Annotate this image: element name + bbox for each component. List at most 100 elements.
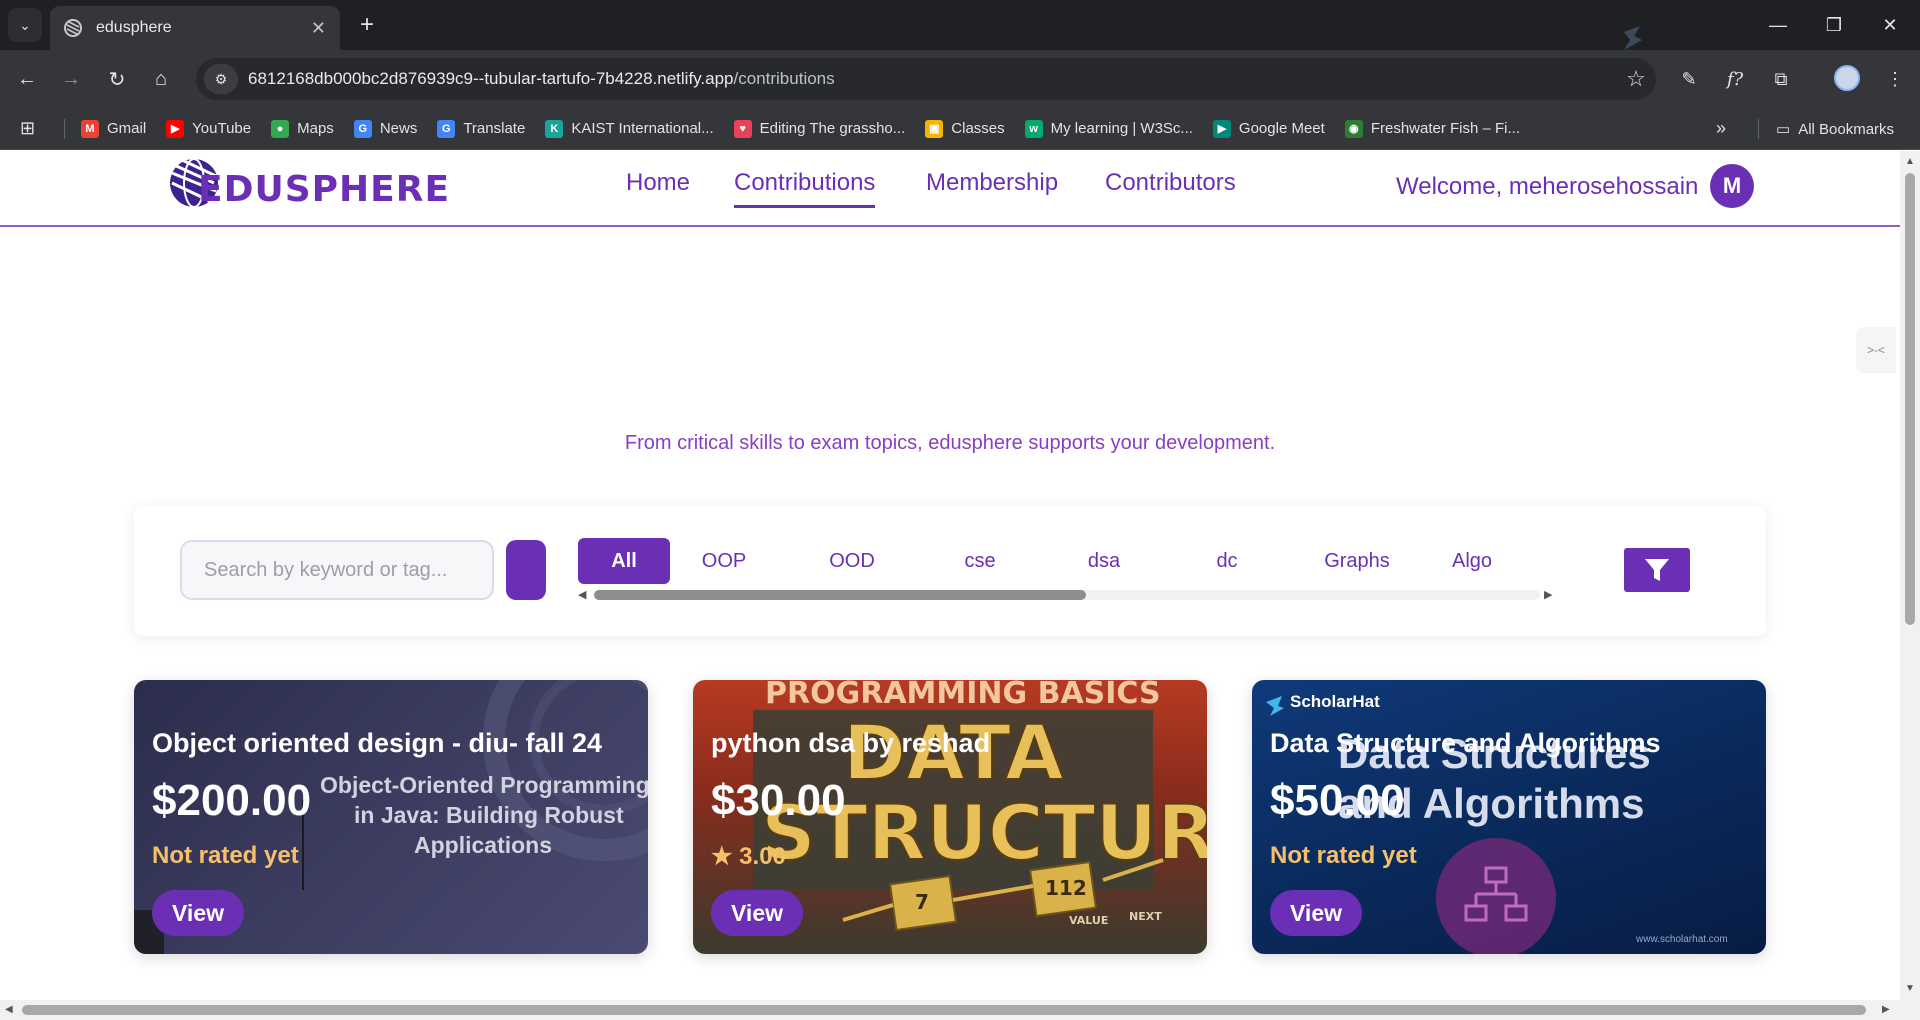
search-input[interactable]: [180, 540, 494, 600]
bookmark-item[interactable]: G Translate: [437, 119, 525, 138]
all-bookmarks-button[interactable]: ▭ All Bookmarks: [1776, 108, 1894, 150]
bookmark-item[interactable]: ▣ Classes: [925, 119, 1005, 138]
chip-scrollbar[interactable]: ◀ ▶: [578, 586, 1556, 604]
page-horizontal-scrollbar[interactable]: ◀ ▶: [0, 1000, 1900, 1020]
search-button[interactable]: [506, 540, 546, 600]
bookmark-item[interactable]: ♥ Editing The grassho...: [733, 119, 906, 138]
more-bookmarks-icon[interactable]: »: [1716, 118, 1726, 139]
page-vertical-scroll-thumb[interactable]: [1905, 173, 1915, 625]
bookmark-label: My learning | W3Sc...: [1050, 120, 1193, 137]
fish-icon: ◉: [1344, 119, 1363, 138]
page-horizontal-scroll-thumb[interactable]: [22, 1005, 1866, 1015]
browser-tab-strip: ⌄ edusphere ✕ + — ❐ ✕: [0, 0, 1920, 50]
bookmark-label: Freshwater Fish – Fi...: [1370, 120, 1521, 137]
browser-profile-avatar[interactable]: [1834, 65, 1860, 91]
filter-panel: All OOP OOD cse dsa dc Graphs Algo ◀ ▶: [134, 506, 1766, 636]
bookmark-item[interactable]: ● Maps: [271, 119, 334, 138]
card-title: python dsa by reshad: [711, 728, 991, 758]
browser-toolbar: ← → ↻ ⌂ ⚙ 6812168db000bc2d876939c9--tubu…: [0, 50, 1920, 108]
pen-extension-icon[interactable]: ✎: [1674, 64, 1704, 94]
chip-graphs[interactable]: Graphs: [1302, 538, 1412, 584]
nav-contributors[interactable]: Contributors: [1105, 169, 1236, 205]
contribution-card[interactable]: Object-Oriented Programming in Java: Bui…: [134, 680, 648, 954]
contribution-card[interactable]: ScholarHat Data Structures and Algorithm…: [1252, 680, 1766, 954]
bookmark-item[interactable]: ▶ YouTube: [166, 119, 252, 138]
bookmark-item[interactable]: G News: [353, 119, 417, 138]
scroll-right-icon[interactable]: ▶: [1544, 589, 1556, 601]
browser-menu-icon[interactable]: ⋮: [1880, 64, 1910, 94]
nav-home[interactable]: Home: [626, 169, 690, 205]
bookmarks-divider: [1758, 119, 1759, 139]
site-info-icon[interactable]: ⚙: [204, 64, 238, 94]
formula-extension-icon[interactable]: f?: [1720, 64, 1750, 94]
bookmark-star-icon[interactable]: ☆: [1616, 66, 1656, 92]
forward-button[interactable]: →: [56, 64, 86, 94]
site-header: EDUSPHERE Home Contributions Membership …: [0, 151, 1900, 227]
thumb-line: 7: [915, 890, 929, 914]
scroll-down-icon[interactable]: ▼: [1905, 983, 1915, 994]
tag-chip-list: All OOP OOD cse dsa dc Graphs Algo: [578, 538, 1558, 586]
classroom-icon: ▣: [925, 119, 944, 138]
user-avatar[interactable]: M: [1710, 164, 1754, 208]
bookmark-label: Gmail: [107, 120, 147, 137]
chip-dsa[interactable]: dsa: [1058, 538, 1150, 584]
url-text[interactable]: 6812168db000bc2d876939c9--tubular-tartuf…: [248, 69, 1616, 89]
bookmark-item[interactable]: K KAIST International...: [545, 119, 714, 138]
restore-button[interactable]: ❐: [1806, 0, 1862, 50]
thumb-line: NEXT: [1129, 910, 1162, 923]
bookmark-item[interactable]: ▶ Google Meet: [1212, 119, 1325, 138]
minimize-button[interactable]: —: [1750, 0, 1806, 50]
card-price: $50.00: [1270, 776, 1405, 825]
close-window-button[interactable]: ✕: [1862, 0, 1918, 50]
chip-algo[interactable]: Algo: [1452, 538, 1544, 584]
chip-dc[interactable]: dc: [1192, 538, 1262, 584]
nav-membership[interactable]: Membership: [926, 169, 1058, 205]
new-tab-button[interactable]: +: [352, 10, 382, 40]
bookmark-item[interactable]: ◉ Freshwater Fish – Fi...: [1344, 119, 1521, 138]
kaist-icon: K: [545, 119, 564, 138]
bookmark-item[interactable]: w My learning | W3Sc...: [1024, 119, 1193, 138]
chip-scroll-thumb[interactable]: [594, 590, 1086, 600]
bookmark-label: Editing The grassho...: [759, 120, 906, 137]
thumb-line: Applications: [414, 832, 553, 858]
tab-close-icon[interactable]: ✕: [311, 18, 326, 39]
thumb-line: VALUE: [1069, 914, 1109, 927]
view-button[interactable]: View: [1270, 890, 1362, 936]
bookmark-label: YouTube: [192, 120, 252, 137]
extensions-puzzle-icon[interactable]: ⧉: [1766, 64, 1796, 94]
card-title: Data Structure and Algorithms: [1270, 728, 1661, 758]
scroll-left-icon[interactable]: ◀: [578, 589, 590, 601]
apps-grid-icon[interactable]: ⊞: [20, 118, 46, 139]
page-vertical-scrollbar[interactable]: ▲ ▼: [1900, 151, 1920, 1020]
address-bar[interactable]: ⚙ 6812168db000bc2d876939c9--tubular-tart…: [196, 58, 1656, 100]
scroll-up-icon[interactable]: ▲: [1905, 156, 1915, 167]
chip-ood[interactable]: OOD: [806, 538, 898, 584]
chip-cse[interactable]: cse: [934, 538, 1026, 584]
chip-all[interactable]: All: [578, 538, 670, 584]
back-button[interactable]: ←: [12, 64, 42, 94]
bookmark-item[interactable]: M Gmail: [81, 119, 147, 138]
scroll-right-icon[interactable]: ▶: [1882, 1004, 1890, 1015]
home-button[interactable]: ⌂: [146, 64, 176, 94]
card-price: $200.00: [152, 776, 312, 825]
news-icon: G: [353, 119, 372, 138]
scroll-left-icon[interactable]: ◀: [5, 1004, 13, 1015]
contribution-card[interactable]: PROGRAMMING BASICS DATA STRUCTURES 7 112…: [693, 680, 1207, 954]
chip-oop[interactable]: OOP: [678, 538, 770, 584]
logo-wordmark: EDUSPHERE: [198, 169, 451, 210]
view-button[interactable]: View: [152, 890, 244, 936]
chevron-down-icon: ⌄: [19, 16, 31, 33]
browser-tab[interactable]: edusphere ✕: [50, 6, 340, 50]
bookmark-label: Classes: [951, 120, 1005, 137]
reload-button[interactable]: ↻: [102, 64, 132, 94]
edusphere-logo[interactable]: EDUSPHERE: [168, 155, 449, 213]
tab-search-button[interactable]: ⌄: [8, 8, 42, 42]
view-button[interactable]: View: [711, 890, 803, 936]
thumb-line: 112: [1045, 876, 1087, 900]
bookmarks-divider: [64, 118, 65, 139]
side-widget-tab[interactable]: >-<: [1856, 327, 1896, 373]
nav-contributions[interactable]: Contributions: [734, 169, 876, 208]
url-host: 6812168db000bc2d876939c9--tubular-tartuf…: [248, 69, 734, 88]
filter-button[interactable]: [1624, 548, 1690, 592]
thumb-line: ScholarHat: [1290, 692, 1380, 711]
